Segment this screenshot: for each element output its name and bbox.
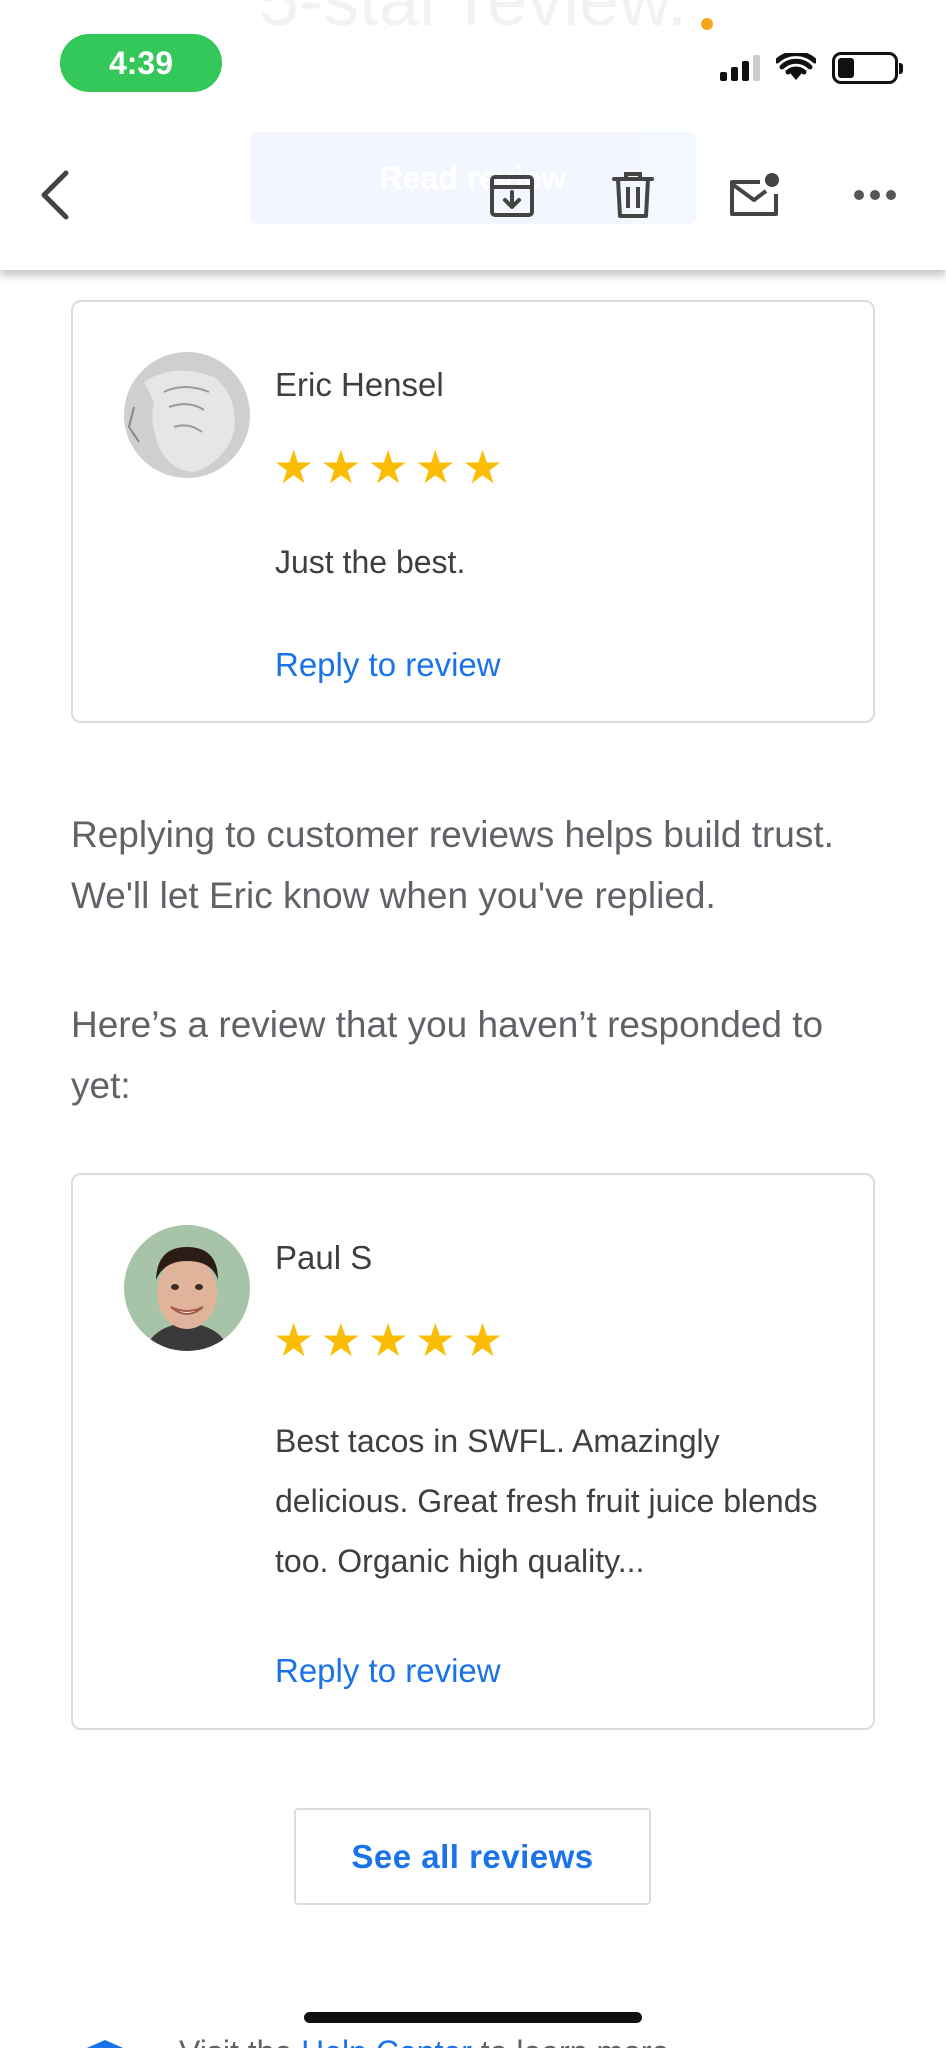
reviewer-name: Eric Hensel: [275, 366, 444, 403]
star-icon: ★: [320, 441, 362, 493]
star-icon: ★: [414, 441, 456, 493]
archive-icon: [490, 175, 534, 217]
star-icon: ★: [367, 441, 409, 493]
avatar: [124, 352, 250, 478]
archive-button[interactable]: [482, 165, 542, 225]
trust-paragraph: Replying to customer reviews helps build…: [71, 814, 834, 916]
privacy-indicator-dot: [701, 18, 713, 30]
footer-suffix: to learn more: [481, 2034, 670, 2048]
star-icon: ★: [462, 441, 504, 493]
review-card: Eric Hensel ★ ★ ★ ★ ★ Just the best. Rep…: [71, 300, 875, 723]
star-rating: ★ ★ ★ ★ ★: [273, 1317, 503, 1363]
home-indicator[interactable]: [304, 2012, 642, 2023]
graduation-cap-icon: [85, 2039, 125, 2048]
status-bar: 5-star review. 4:39: [0, 0, 946, 125]
review-text: Best tacos in SWFL. Amazingly delicious.…: [275, 1423, 818, 1579]
avatar: [124, 1225, 250, 1351]
battery-icon: [832, 52, 903, 84]
mark-unread-icon: [730, 173, 779, 216]
help-footer: Visit the Help Center to learn more: [71, 2034, 669, 2048]
email-toolbar: Read review: [0, 125, 946, 270]
trash-icon: [612, 172, 654, 218]
delete-button[interactable]: [603, 165, 663, 225]
footer-prefix: Visit the: [179, 2034, 292, 2048]
review-card: Paul S ★ ★ ★ ★ ★ Best tacos in SWFL. Ama…: [71, 1173, 875, 1730]
help-center-link[interactable]: Help Center: [301, 2034, 472, 2048]
star-icon: ★: [273, 1314, 315, 1366]
star-icon: ★: [414, 1314, 456, 1366]
reply-to-review-link[interactable]: Reply to review: [275, 1652, 501, 1690]
back-icon: [41, 170, 69, 220]
star-rating: ★ ★ ★ ★ ★: [273, 444, 503, 490]
wifi-icon: [776, 53, 816, 80]
footer-text: Visit the Help Center to learn more: [179, 2034, 669, 2048]
review-text: Just the best.: [275, 544, 466, 580]
reviewer-photo: [124, 352, 250, 478]
reviewer-photo: [124, 1225, 250, 1351]
star-icon: ★: [320, 1314, 362, 1366]
reply-to-review-link[interactable]: Reply to review: [275, 646, 501, 684]
see-all-reviews-button[interactable]: See all reviews: [294, 1808, 651, 1905]
cellular-signal-icon: [720, 55, 760, 81]
star-icon: ★: [273, 441, 315, 493]
back-button[interactable]: [26, 165, 86, 225]
status-time: 4:39: [60, 34, 222, 92]
more-icon: [854, 190, 896, 200]
more-options-button[interactable]: [845, 165, 905, 225]
status-icons: [720, 52, 903, 84]
star-icon: ★: [367, 1314, 409, 1366]
mark-unread-button[interactable]: [724, 165, 784, 225]
star-icon: ★: [462, 1314, 504, 1366]
reviewer-name: Paul S: [275, 1239, 373, 1276]
pending-review-paragraph: Here’s a review that you haven’t respond…: [71, 1004, 824, 1106]
